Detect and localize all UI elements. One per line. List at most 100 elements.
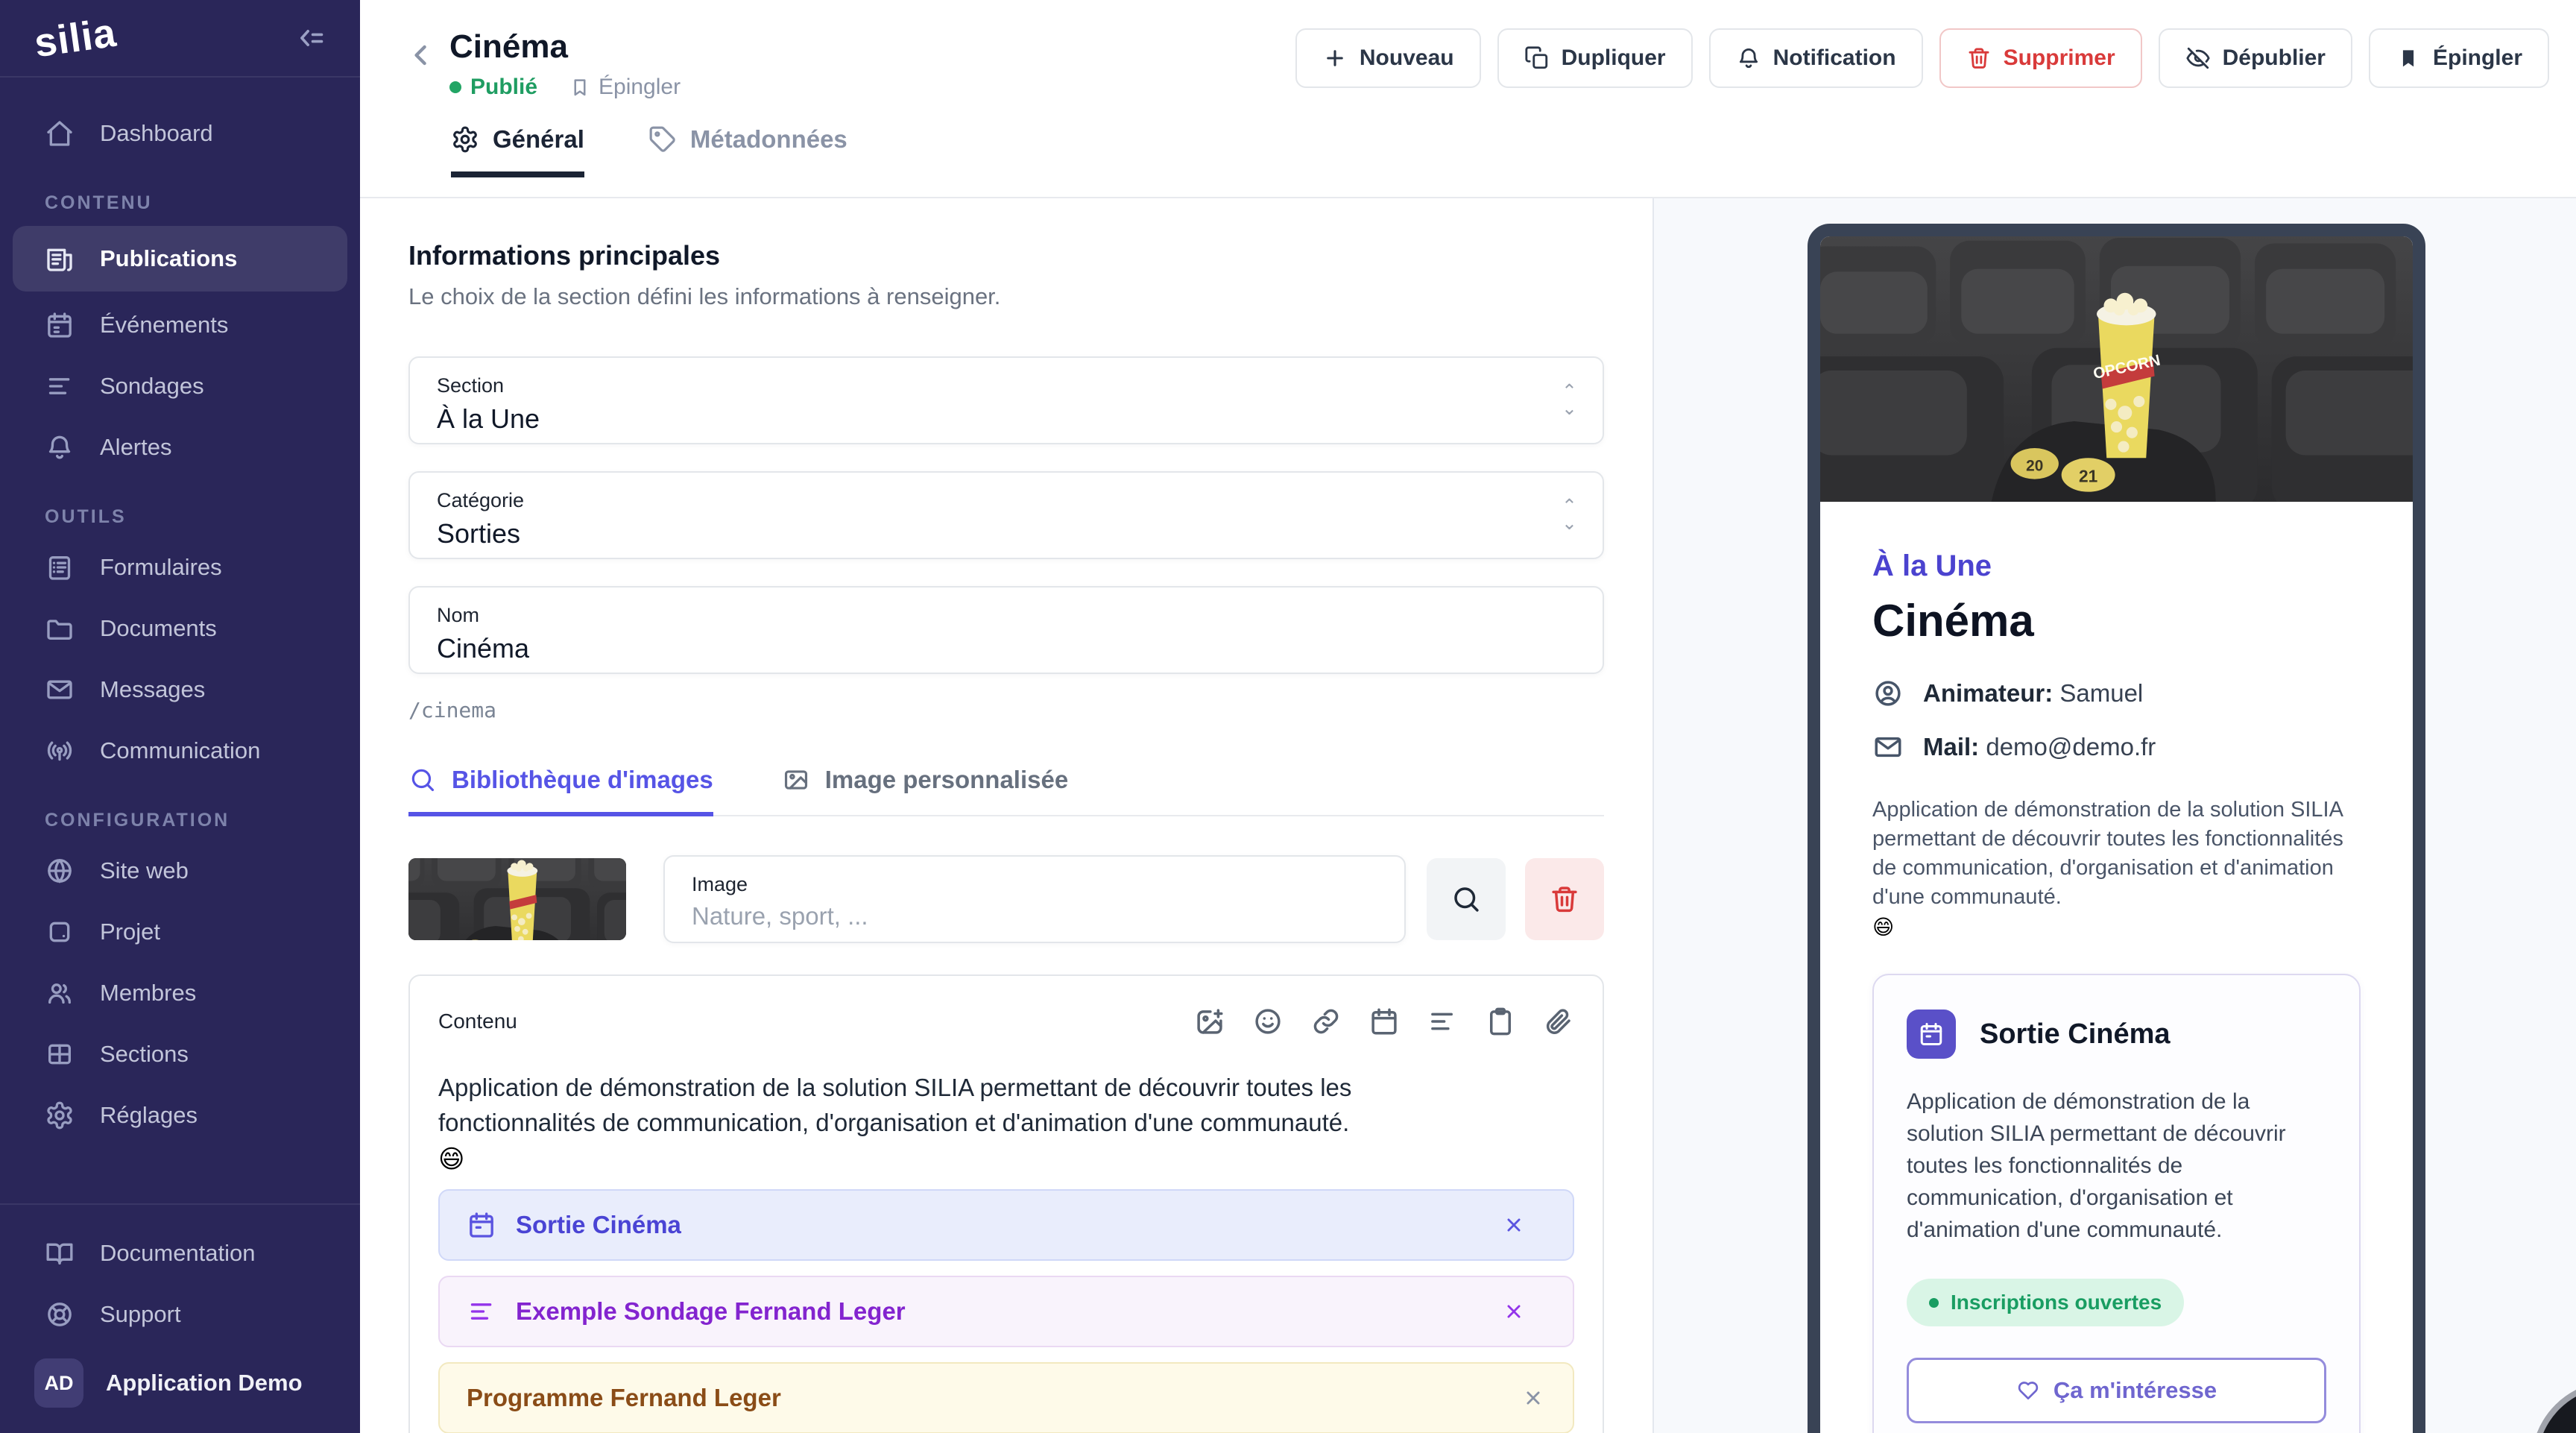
back-button[interactable] — [405, 39, 438, 72]
sidebar-item-formulaires[interactable]: Formulaires — [0, 537, 360, 598]
sidebar: silia Dashboard CONTENU Publications Évé… — [0, 0, 360, 1433]
status-badge: Publié — [470, 75, 537, 100]
poll-lines-icon — [45, 371, 75, 401]
pin-toggle[interactable]: Épingler — [569, 75, 681, 100]
sidebar-item-sondages[interactable]: Sondages — [0, 356, 360, 417]
editor-toolbar — [1194, 1006, 1574, 1037]
app-root: silia Dashboard CONTENU Publications Évé… — [0, 0, 2576, 1433]
page-title: Cinéma — [449, 28, 681, 66]
sidebar-footer: Documentation Support AD Application Dem… — [0, 1203, 360, 1433]
user-account[interactable]: AD Application Demo — [0, 1345, 360, 1420]
notification-button[interactable]: Notification — [1709, 28, 1923, 88]
tab-custom-image[interactable]: Image personnalisée — [782, 766, 1068, 816]
emoji-icon[interactable] — [1252, 1006, 1284, 1037]
sidebar-item-reglages[interactable]: Réglages — [0, 1085, 360, 1146]
list-icon[interactable] — [1427, 1006, 1458, 1037]
interested-button[interactable]: Ça m'intéresse — [1907, 1358, 2326, 1423]
sidebar-nav: Dashboard CONTENU Publications Événement… — [0, 78, 360, 1146]
nom-input[interactable]: Nom Cinéma — [408, 586, 1604, 674]
sidebar-item-membres[interactable]: Membres — [0, 963, 360, 1024]
gear-icon — [45, 1100, 75, 1130]
image-plus-icon[interactable] — [1194, 1006, 1225, 1037]
chip-exemple-sondage[interactable]: Exemple Sondage Fernand Leger — [438, 1276, 1574, 1347]
sidebar-item-documents[interactable]: Documents — [0, 598, 360, 659]
unpublish-button[interactable]: Dépublier — [2159, 28, 2352, 88]
image-search-button[interactable] — [1427, 858, 1506, 940]
floating-help-bubble[interactable] — [2531, 1381, 2576, 1433]
title-block: Cinéma Publié Épingler — [449, 28, 681, 100]
tab-image-library[interactable]: Bibliothèque d'images — [408, 766, 713, 816]
sidebar-item-communication[interactable]: Communication — [0, 720, 360, 781]
registration-badge: Inscriptions ouvertes — [1907, 1279, 2184, 1326]
tab-metadonnees[interactable]: Métadonnées — [648, 125, 847, 177]
delete-button[interactable]: Supprimer — [1939, 28, 2142, 88]
eye-off-icon — [2185, 45, 2211, 71]
chip-sortie-cinema[interactable]: Sortie Cinéma — [438, 1189, 1574, 1261]
avatar: AD — [34, 1358, 83, 1408]
sidebar-item-evenements[interactable]: Événements — [0, 295, 360, 356]
close-icon[interactable] — [1501, 1212, 1527, 1238]
paperclip-icon[interactable] — [1543, 1006, 1574, 1037]
home-icon — [45, 119, 75, 148]
close-icon[interactable] — [1521, 1385, 1546, 1411]
sidebar-item-alertes[interactable]: Alertes — [0, 417, 360, 478]
content-editor[interactable]: Contenu Application de démonstration de … — [408, 974, 1604, 1433]
event-card-description: Application de démonstration de la solut… — [1907, 1086, 2326, 1246]
image-icon — [782, 766, 810, 794]
sidebar-item-documentation[interactable]: Documentation — [0, 1223, 360, 1284]
image-delete-button[interactable] — [1525, 858, 1604, 940]
mail-row: Mail: demo@demo.fr — [1872, 731, 2361, 763]
link-icon[interactable] — [1310, 1006, 1342, 1037]
page-header: Cinéma Publié Épingler Nouveau — [360, 0, 2576, 198]
broadcast-icon — [45, 736, 75, 766]
content-emoji[interactable]: 😄 — [438, 1144, 1574, 1174]
clipboard-icon[interactable] — [1485, 1006, 1516, 1037]
grid-icon — [45, 1039, 75, 1069]
sidebar-item-projet[interactable]: Projet — [0, 901, 360, 963]
close-icon[interactable] — [1501, 1299, 1527, 1324]
pin-button[interactable]: Épingler — [2369, 28, 2549, 88]
trash-icon — [1966, 45, 1992, 71]
categorie-select[interactable]: Catégorie Sorties ⌃⌄ — [408, 471, 1604, 559]
calendar-icon[interactable] — [1368, 1006, 1400, 1037]
sidebar-item-publications[interactable]: Publications — [13, 226, 347, 292]
sidebar-collapse-icon[interactable] — [293, 22, 326, 54]
sidebar-item-dashboard[interactable]: Dashboard — [0, 103, 360, 164]
main-area: Cinéma Publié Épingler Nouveau — [360, 0, 2576, 1433]
sidebar-item-site-web[interactable]: Site web — [0, 840, 360, 901]
chevron-updown-icon[interactable]: ⌃⌄ — [1562, 498, 1577, 532]
sidebar-item-messages[interactable]: Messages — [0, 659, 360, 720]
app-frame-icon — [45, 917, 75, 947]
calendar-icon — [467, 1210, 496, 1240]
preview-title: Cinéma — [1872, 595, 2361, 646]
chevron-updown-icon[interactable]: ⌃⌄ — [1562, 383, 1577, 418]
trash-icon — [1549, 884, 1580, 915]
image-search-input[interactable]: Image Nature, sport, ... — [663, 855, 1406, 943]
form-heading: Informations principales — [408, 240, 1605, 271]
content-text[interactable]: Application de démonstration de la solut… — [438, 1070, 1489, 1140]
sidebar-item-support[interactable]: Support — [0, 1284, 360, 1345]
folder-icon — [45, 614, 75, 643]
duplicate-button[interactable]: Dupliquer — [1497, 28, 1693, 88]
published-dot — [449, 81, 461, 93]
new-button[interactable]: Nouveau — [1295, 28, 1481, 88]
sidebar-item-sections[interactable]: Sections — [0, 1024, 360, 1085]
tab-general[interactable]: Général — [451, 125, 584, 177]
tag-icon — [648, 125, 677, 154]
plus-icon — [1322, 45, 1348, 71]
section-select[interactable]: Section À la Une ⌃⌄ — [408, 356, 1604, 444]
content-area: Informations principales Le choix de la … — [360, 198, 2576, 1433]
bell-icon — [1736, 45, 1761, 71]
content-label: Contenu — [438, 1010, 517, 1033]
page-tabs: Général Métadonnées — [405, 125, 2549, 177]
chip-programme[interactable]: Programme Fernand Leger — [438, 1362, 1574, 1433]
image-thumbnail[interactable] — [408, 858, 626, 940]
preview-body: À la Une Cinéma Animateur: Samuel Mail: … — [1820, 549, 2413, 1433]
user-name: Application Demo — [106, 1370, 303, 1396]
sidebar-section-outils: OUTILS — [45, 506, 360, 528]
globe-icon — [45, 856, 75, 886]
sidebar-section-configuration: CONFIGURATION — [45, 810, 360, 831]
event-card: Sortie Cinéma Application de démonstrati… — [1872, 974, 2361, 1433]
copy-icon — [1524, 45, 1550, 71]
green-dot-icon — [1929, 1298, 1939, 1308]
